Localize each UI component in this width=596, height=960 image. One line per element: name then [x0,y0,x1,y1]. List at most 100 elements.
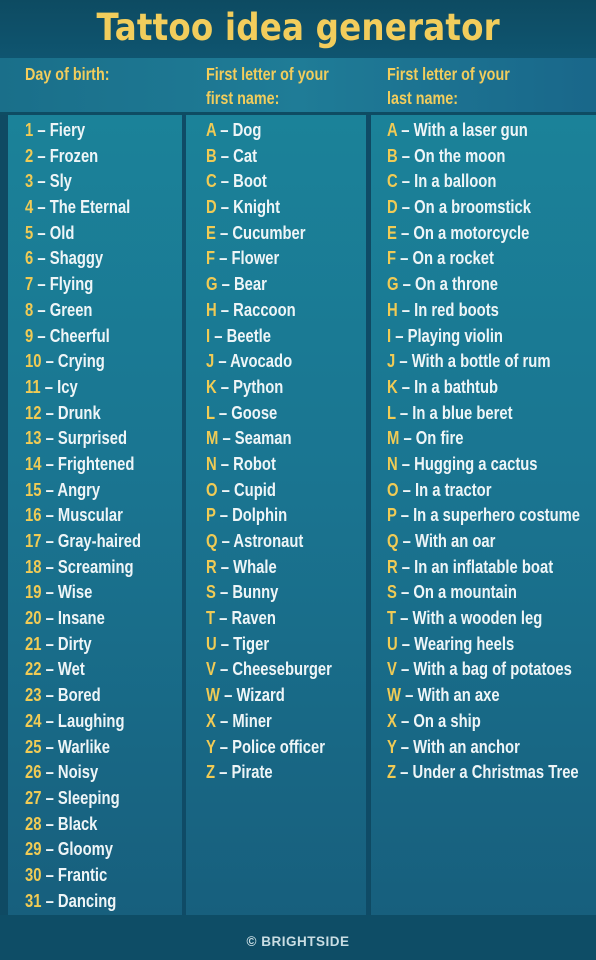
list-item: P – Dolphin [206,502,332,528]
item-separator: – [33,170,50,192]
list-item: 26 – Noisy [25,759,141,785]
item-key: H [387,298,398,320]
list-item: S – Bunny [206,579,332,605]
item-value: Shaggy [49,247,104,269]
item-separator: – [216,452,234,474]
item-value: Black [57,812,98,834]
list-item: C – Boot [206,168,332,194]
item-key: C [387,170,398,192]
list-item: F – Flower [206,245,332,271]
item-separator: – [396,247,413,269]
item-key: O [387,478,399,500]
list-item: 1 – Fiery [25,117,141,143]
list-item: L – Goose [206,400,332,426]
item-key: G [206,273,218,295]
item-separator: – [33,196,50,218]
item-separator: – [41,786,58,808]
item-key: M [206,427,219,449]
item-value: On the moon [414,144,506,166]
item-separator: – [397,298,415,320]
item-key: 14 [25,452,42,474]
item-separator: – [216,170,234,192]
list-item: H – In red boots [387,297,580,323]
item-value: Dancing [57,889,117,911]
item-separator: – [216,632,234,654]
item-value: Seaman [234,427,292,449]
item-value: Insane [57,607,105,629]
item-key: 5 [25,221,34,243]
item-key: 9 [25,324,34,346]
item-key: F [206,247,216,269]
list-item: D – On a broomstick [387,194,580,220]
item-separator: – [41,504,58,526]
item-value: Crying [57,350,105,372]
item-value: Wizard [236,684,285,706]
item-separator: – [41,607,58,629]
item-key: L [206,401,215,423]
item-value: Dog [232,119,262,140]
item-separator: – [219,684,237,706]
item-key: T [206,607,216,629]
item-separator: – [33,144,50,166]
item-separator: – [41,812,58,834]
list-item: R – Whale [206,554,332,580]
item-key: 10 [25,350,42,372]
day-of-birth-list: 1 – Fiery 2 – Frozen 3 – Sly 4 – The Eterna… [25,117,170,913]
item-value: Cheeseburger [232,658,332,680]
item-key: T [387,607,397,629]
item-separator: – [41,581,58,603]
item-separator: – [41,555,58,577]
item-separator: – [391,324,408,346]
item-key: 6 [25,247,34,269]
item-separator: – [217,273,234,295]
list-item: X – Miner [206,708,332,734]
copyright-icon: © [246,934,257,949]
item-separator: – [215,761,232,783]
list-item: 24 – Laughing [25,708,141,734]
list-item: 14 – Frightened [25,451,141,477]
item-key: 8 [25,298,34,320]
item-value: Knight [233,196,281,218]
item-value: Wise [57,581,93,603]
list-item: E – On a motorcycle [387,220,580,246]
item-separator: – [215,735,233,757]
item-key: C [206,170,217,192]
item-value: With an axe [417,684,500,706]
list-item: 3 – Sly [25,168,141,194]
item-value: Icy [57,375,78,397]
list-item: 6 – Shaggy [25,245,141,271]
item-value: In a superhero costume [413,504,581,526]
list-item: 19 – Wise [25,579,141,605]
item-key: 11 [25,375,41,397]
item-value: Wet [57,658,85,680]
item-separator: – [210,324,227,346]
list-item: A – With a laser gun [387,117,580,143]
header-line: First letter of your [206,64,329,84]
item-value: Bear [233,273,267,295]
item-separator: – [395,350,412,372]
item-key: H [206,298,217,320]
item-value: With a bottle of rum [411,350,551,372]
list-item: R – In an inflatable boat [387,554,580,580]
list-item: 22 – Wet [25,656,141,682]
item-value: Muscular [57,504,123,526]
item-separator: – [396,735,414,757]
item-value: Pirate [231,761,273,783]
item-separator: – [397,632,415,654]
list-item: N – Hugging a cactus [387,451,580,477]
item-value: Miner [232,709,272,731]
item-key: Y [387,735,397,757]
item-separator: – [41,452,58,474]
item-key: J [206,350,215,372]
item-key: A [387,119,398,140]
item-separator: – [41,684,58,706]
item-key: 25 [25,735,42,757]
item-value: Goose [231,401,278,423]
item-value: In a bathtub [414,375,499,397]
item-value: Python [233,375,284,397]
list-item: 25 – Warlike [25,734,141,760]
item-value: Astronaut [233,530,304,551]
item-key: B [387,144,398,166]
list-item: T – Raven [206,605,332,631]
header-line: Day of birth: [25,64,110,84]
